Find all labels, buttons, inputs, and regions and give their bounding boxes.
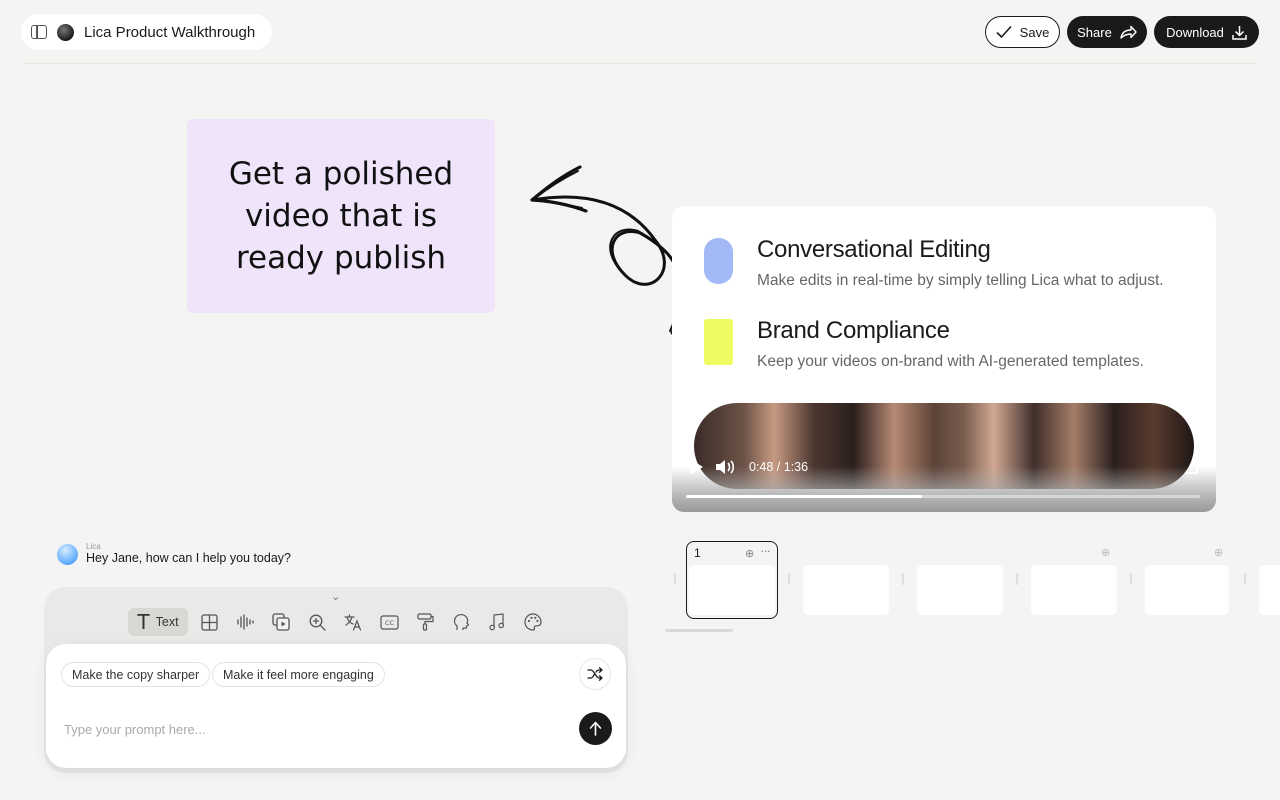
- media-icon: [272, 613, 290, 631]
- video-progress-fill: [686, 495, 923, 498]
- text-icon: T: [137, 610, 150, 634]
- download-label: Download: [1166, 24, 1224, 40]
- sidebar-toggle-icon[interactable]: [31, 25, 47, 39]
- shuffle-suggestions-button[interactable]: [579, 658, 611, 690]
- timeline-slide-thumb[interactable]: [1145, 565, 1229, 615]
- timeline-slide-thumb[interactable]: [689, 565, 775, 615]
- timeline-slide-thumb[interactable]: [917, 565, 1003, 615]
- feature-card: Conversational Editing Make edits in rea…: [672, 206, 1216, 512]
- tool-palette-button[interactable]: [518, 608, 548, 636]
- tool-media-button[interactable]: [266, 608, 296, 636]
- chevron-down-icon[interactable]: ⌄: [331, 590, 340, 603]
- waveform-icon: [237, 614, 254, 630]
- timeline-separator: [788, 573, 790, 585]
- chat-toolbar: T Text CC: [128, 608, 548, 636]
- fullscreen-icon[interactable]: [1186, 462, 1198, 474]
- music-icon: [489, 613, 505, 631]
- assistant-message: Hey Jane, how can I help you today?: [86, 551, 291, 565]
- timeline-separator: [902, 573, 904, 585]
- timeline-separator: [1016, 573, 1018, 585]
- tool-avatar-button[interactable]: [446, 608, 476, 636]
- tool-brush-button[interactable]: [410, 608, 440, 636]
- volume-icon[interactable]: [715, 459, 735, 475]
- feature-description: Make edits in real-time by simply tellin…: [757, 272, 1164, 289]
- slide-zoom-icon[interactable]: ⊕: [745, 547, 754, 560]
- callout-box: Get a polished video that is ready publi…: [187, 119, 495, 313]
- captions-icon: CC: [379, 614, 399, 630]
- check-icon: [996, 25, 1012, 39]
- tool-layout-button[interactable]: [194, 608, 224, 636]
- assistant-avatar: [57, 544, 78, 565]
- timeline-slide-thumb[interactable]: [803, 565, 889, 615]
- video-controls: 0:48 / 1:36: [690, 459, 808, 475]
- timeline-separator: [674, 573, 676, 585]
- send-button[interactable]: [579, 712, 612, 745]
- tool-captions-button[interactable]: CC: [374, 608, 404, 636]
- tool-translate-button[interactable]: [338, 608, 368, 636]
- paint-roller-icon: [416, 613, 434, 631]
- share-label: Share: [1077, 24, 1112, 40]
- project-title-pill: Lica Product Walkthrough: [21, 14, 272, 50]
- head-icon: [453, 614, 469, 630]
- timeline-separator: [1244, 573, 1246, 585]
- video-progress-bar[interactable]: [686, 495, 1200, 498]
- save-button[interactable]: Save: [985, 16, 1060, 48]
- assistant-name: Lica: [86, 542, 101, 551]
- arrow-up-icon: [589, 721, 602, 736]
- timeline-slide-thumb[interactable]: [1031, 565, 1117, 615]
- callout-text: Get a polished video that is ready publi…: [228, 156, 454, 276]
- zoom-icon: [309, 614, 326, 631]
- tool-text-label: Text: [155, 615, 179, 629]
- tool-zoom-button[interactable]: [302, 608, 332, 636]
- svg-text:CC: CC: [384, 619, 394, 627]
- project-logo-icon: [57, 23, 74, 41]
- slide-number: 1: [694, 546, 701, 560]
- timeline-separator: [1130, 573, 1132, 585]
- feature-description: Keep your videos on-brand with AI-genera…: [757, 353, 1144, 370]
- slide-zoom-icon[interactable]: ⊕: [1214, 546, 1223, 559]
- video-time: 0:48 / 1:36: [749, 460, 809, 474]
- download-icon: [1232, 25, 1247, 40]
- play-icon[interactable]: [690, 459, 703, 475]
- feature-swatch: [704, 319, 733, 365]
- timeline-scrollbar[interactable]: [665, 629, 733, 632]
- share-arrow-icon: [1120, 25, 1137, 39]
- palette-icon: [524, 613, 542, 631]
- slide-more-icon[interactable]: ···: [760, 543, 771, 558]
- slide-zoom-icon[interactable]: ⊕: [1101, 546, 1110, 559]
- translate-icon: [343, 613, 361, 631]
- prompt-input[interactable]: [64, 714, 544, 744]
- tool-audio-button[interactable]: [230, 608, 260, 636]
- tool-text-button[interactable]: T Text: [128, 608, 188, 636]
- suggestion-chip[interactable]: Make the copy sharper: [61, 662, 211, 687]
- feature-swatch: [704, 238, 733, 284]
- feature-title: Conversational Editing: [757, 236, 991, 263]
- project-title: Lica Product Walkthrough: [84, 23, 256, 41]
- suggestion-chip[interactable]: Make it feel more engaging: [212, 662, 385, 687]
- header-divider: [24, 63, 1256, 64]
- layout-icon: [200, 613, 218, 631]
- download-button[interactable]: Download: [1154, 16, 1259, 48]
- save-label: Save: [1019, 24, 1050, 40]
- feature-title: Brand Compliance: [757, 317, 950, 344]
- timeline-slide-thumb[interactable]: [1259, 565, 1280, 615]
- shuffle-icon: [587, 667, 603, 681]
- share-button[interactable]: Share: [1067, 16, 1147, 48]
- tool-music-button[interactable]: [482, 608, 512, 636]
